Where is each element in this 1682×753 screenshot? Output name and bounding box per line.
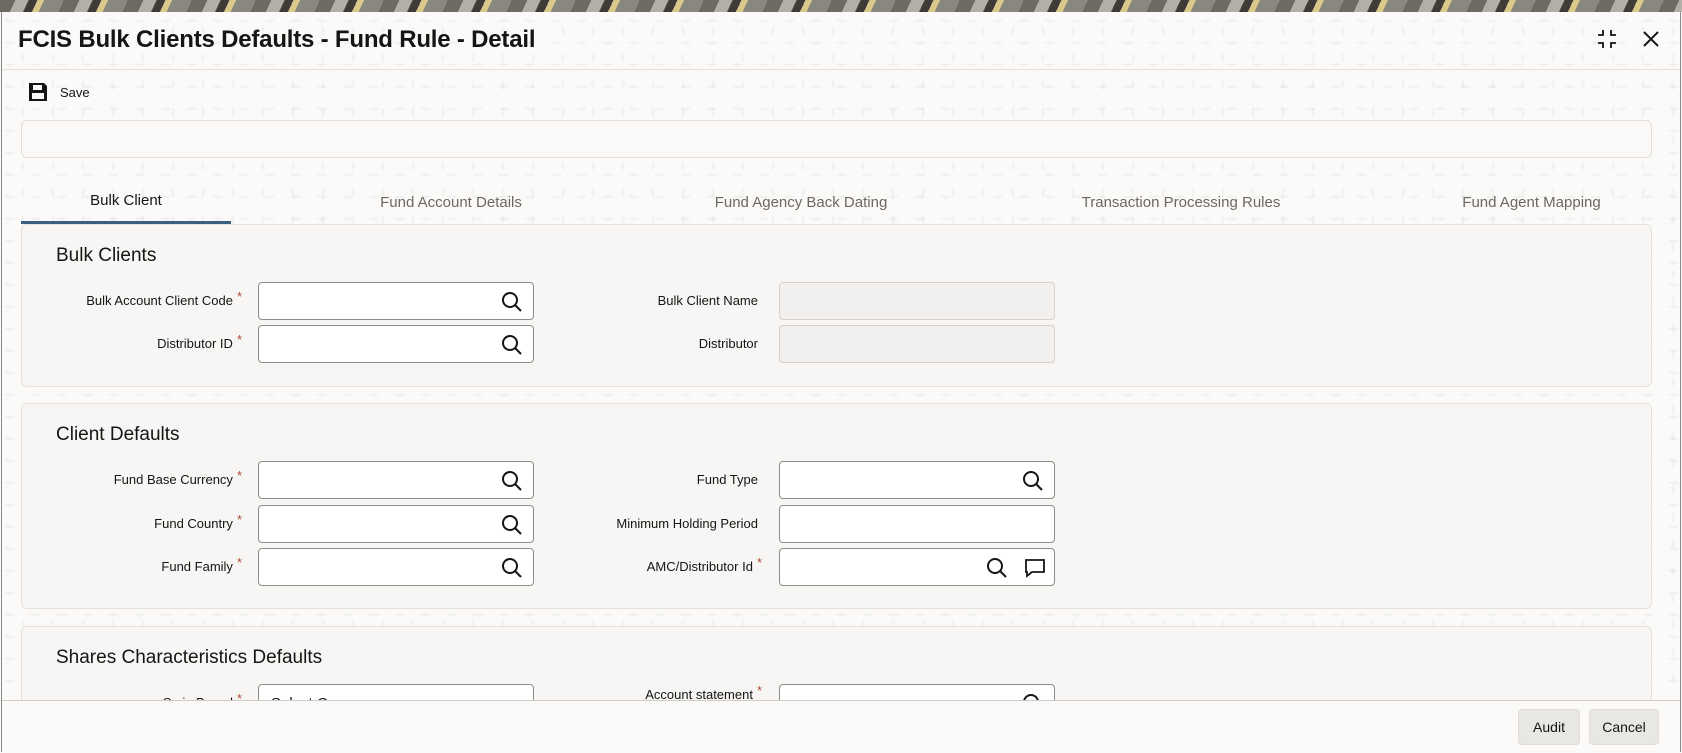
fund-family-input[interactable] <box>259 549 479 585</box>
tab-bar: Bulk Client Fund Account Details Fund Ag… <box>21 180 1652 224</box>
minimize-icon[interactable] <box>1594 26 1620 52</box>
amc-distributor-id-label: AMC/Distributor Id * <box>646 555 762 574</box>
distributor-label: Distributor <box>698 336 758 351</box>
required-marker: * <box>756 683 762 698</box>
required-marker: * <box>236 332 242 347</box>
fund-family-field[interactable] <box>258 548 534 586</box>
section-title-bulk-clients: Bulk Clients <box>56 245 157 266</box>
amc-distributor-id-field[interactable] <box>779 548 1055 586</box>
fund-base-currency-input[interactable] <box>259 462 479 498</box>
amc-distributor-id-input[interactable] <box>780 549 970 585</box>
distributor-id-label: Distributor ID * <box>157 332 242 351</box>
section-title-client-defaults: Client Defaults <box>56 424 180 445</box>
bulk-client-name-field <box>779 282 1055 320</box>
distributor-id-field[interactable] <box>258 325 534 363</box>
distributor-field <box>779 325 1055 363</box>
required-marker: * <box>236 289 242 304</box>
tab-fund-agency-back-dating[interactable]: Fund Agency Back Dating <box>641 180 961 224</box>
fund-base-currency-label: Fund Base Currency * <box>113 468 242 487</box>
required-marker: * <box>756 555 762 570</box>
search-icon[interactable] <box>986 557 1008 579</box>
search-icon[interactable] <box>501 334 523 356</box>
fund-country-input[interactable] <box>259 506 479 542</box>
fund-base-currency-field[interactable] <box>258 461 534 499</box>
save-button[interactable]: Save <box>28 82 90 102</box>
bulk-client-name-input <box>780 283 1000 319</box>
bulk-account-client-code-input[interactable] <box>259 283 479 319</box>
bulk-client-name-label: Bulk Client Name <box>657 293 758 308</box>
search-icon[interactable] <box>1022 470 1044 492</box>
search-icon[interactable] <box>501 514 523 536</box>
fund-family-label: Fund Family * <box>161 555 242 574</box>
minimum-holding-period-input[interactable] <box>780 506 1000 542</box>
close-icon[interactable] <box>1638 26 1664 52</box>
bulk-account-client-code-label: Bulk Account Client Code * <box>86 289 242 308</box>
footer-bar: Audit Cancel <box>2 700 1680 752</box>
distributor-id-input[interactable] <box>259 326 479 362</box>
search-icon[interactable] <box>501 470 523 492</box>
save-label: Save <box>60 84 90 100</box>
fund-type-field[interactable] <box>779 461 1055 499</box>
fund-type-input[interactable] <box>780 462 1000 498</box>
minimum-holding-period-field[interactable] <box>779 505 1055 543</box>
tab-transaction-processing-rules[interactable]: Transaction Processing Rules <box>1011 180 1351 224</box>
tab-fund-account-details[interactable]: Fund Account Details <box>311 180 591 224</box>
section-title-shares-characteristics: Shares Characteristics Defaults <box>56 647 323 668</box>
bulk-account-client-code-field[interactable] <box>258 282 534 320</box>
minimum-holding-period-label: Minimum Holding Period <box>616 516 758 531</box>
bulk-clients-section: Bulk Clients Bulk Account Client Code * D… <box>21 224 1652 387</box>
cancel-button[interactable]: Cancel <box>1589 709 1659 745</box>
detail-window: FCIS Bulk Clients Defaults - Fund Rule -… <box>1 12 1681 752</box>
background-strip <box>0 0 1682 12</box>
fund-country-field[interactable] <box>258 505 534 543</box>
fund-type-label: Fund Type <box>696 472 758 487</box>
search-icon[interactable] <box>501 291 523 313</box>
client-defaults-section: Client Defaults Fund Base Currency * Fund… <box>21 403 1652 609</box>
tab-fund-agent-mapping[interactable]: Fund Agent Mapping <box>1421 180 1642 224</box>
audit-button[interactable]: Audit <box>1518 709 1580 745</box>
title-bar: FCIS Bulk Clients Defaults - Fund Rule -… <box>2 12 1680 70</box>
message-bar <box>21 120 1652 158</box>
fund-country-label: Fund Country * <box>154 512 242 531</box>
tab-bulk-client[interactable]: Bulk Client <box>21 180 231 224</box>
required-marker: * <box>236 512 242 527</box>
distributor-input <box>780 326 1000 362</box>
required-marker: * <box>236 555 242 570</box>
save-icon <box>29 83 47 101</box>
window-title: FCIS Bulk Clients Defaults - Fund Rule -… <box>18 26 536 53</box>
comment-icon[interactable] <box>1024 557 1046 579</box>
search-icon[interactable] <box>501 557 523 579</box>
required-marker: * <box>236 468 242 483</box>
shares-characteristics-section: Shares Characteristics Defaults Scrip Ba… <box>21 626 1652 722</box>
